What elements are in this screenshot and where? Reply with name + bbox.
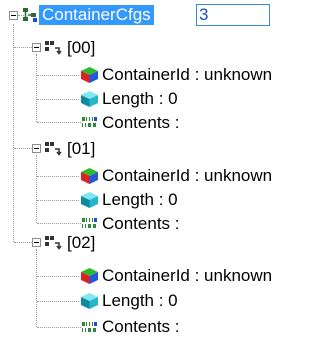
multicolor-cube-icon [81,67,98,83]
tree-connector [37,301,79,302]
tree-connector [37,176,79,177]
cyan-cube-icon [81,293,98,309]
tree-connector [37,75,79,76]
tree-connector [37,276,79,277]
tree-connector [37,122,81,123]
tree-connector [36,249,37,327]
property-label: ContainerId : unknown [102,266,273,285]
collapse-toggle[interactable] [32,238,41,247]
root-label[interactable]: ContainerCfgs [39,5,154,25]
array-element-label: [01] [67,139,96,158]
array-element-icon [45,41,62,55]
array-element-label: [00] [67,38,96,57]
collapse-toggle[interactable] [32,43,41,52]
property-label: Length : 0 [102,89,178,108]
binary-data-icon [82,322,97,332]
tree-connector [13,24,14,242]
property-label: Length : 0 [102,190,178,209]
rename-input[interactable] [196,4,270,26]
tree-connector [36,155,37,223]
property-tree: ContainerCfgs [00] ContainerId : unknown [0,0,331,343]
tree-connector [37,223,81,224]
property-label: Contents : [102,113,180,132]
binary-data-icon [82,117,97,127]
collapse-toggle[interactable] [32,144,41,153]
tree-connector [37,200,79,201]
tree-connector [36,54,37,122]
multicolor-cube-icon [81,168,98,184]
property-label: Contents : [102,214,180,233]
collapse-toggle[interactable] [9,11,18,20]
tree-connector [37,327,81,328]
property-label: Contents : [102,317,180,336]
tree-structure-icon [23,8,37,22]
property-label: ContainerId : unknown [102,166,273,185]
tree-connector [37,99,79,100]
array-element-icon [45,236,62,250]
binary-data-icon [82,218,97,228]
array-element-icon [45,142,62,156]
property-label: Length : 0 [102,291,178,310]
array-element-label: [02] [67,233,96,252]
multicolor-cube-icon [81,268,98,284]
property-label: ContainerId : unknown [102,65,273,84]
cyan-cube-icon [81,192,98,208]
cyan-cube-icon [81,91,98,107]
